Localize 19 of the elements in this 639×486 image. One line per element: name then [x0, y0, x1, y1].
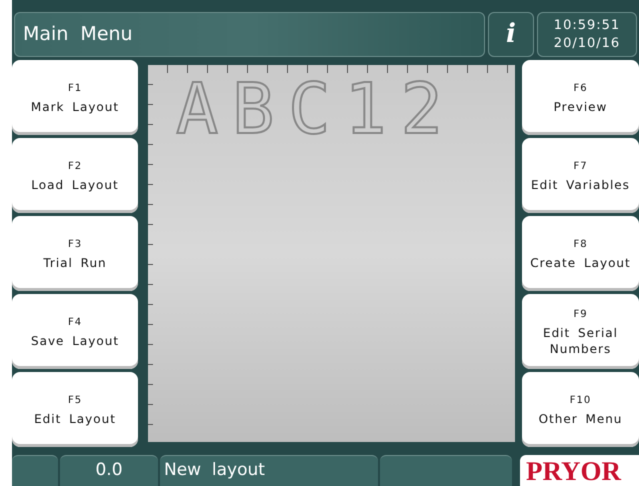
clock-time: 10:59:51	[554, 16, 620, 34]
function-key-button[interactable]: F8 Create Layout	[522, 216, 639, 291]
screen-title: Main Menu	[23, 22, 133, 48]
brand-logo: PRYOR	[526, 456, 622, 486]
function-key-button[interactable]: F7 Edit Variables	[522, 138, 639, 213]
clock-date: 20/10/16	[554, 34, 620, 52]
function-key-button[interactable]: F3 Trial Run	[12, 216, 138, 291]
function-key-button[interactable]: F2 Load Layout	[12, 138, 138, 213]
function-key-button[interactable]: F6 Preview	[522, 60, 639, 135]
function-key-button[interactable]: F5 Edit Layout	[12, 372, 138, 447]
position-value: 0.0	[95, 459, 123, 482]
layout-name: New layout	[164, 459, 265, 482]
marked-text: ABC12	[176, 69, 457, 149]
function-key-button[interactable]: F1 Mark Layout	[12, 60, 138, 135]
function-key-button[interactable]: F9 Edit Serial Numbers	[522, 294, 639, 369]
function-key-button[interactable]: F4 Save Layout	[12, 294, 138, 369]
status-cell	[12, 455, 58, 486]
function-key-button[interactable]: F10 Other Menu	[522, 372, 639, 447]
info-button[interactable]: i	[488, 12, 534, 57]
